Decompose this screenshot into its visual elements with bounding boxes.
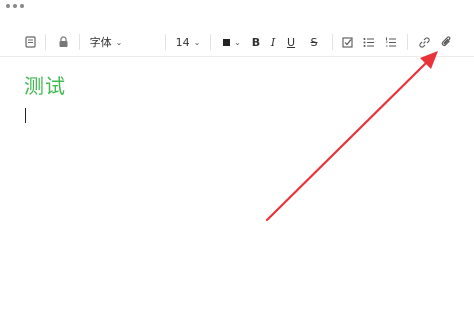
dot bbox=[13, 4, 17, 8]
toolbar-divider bbox=[407, 34, 408, 50]
book-icon[interactable] bbox=[22, 28, 38, 56]
toolbar-divider bbox=[332, 34, 333, 50]
font-size-dropdown[interactable]: 14 ⌄ bbox=[174, 28, 202, 56]
toolbar-divider bbox=[79, 34, 80, 50]
dot bbox=[6, 4, 10, 8]
toolbar-divider bbox=[165, 34, 166, 50]
bullet-list-icon bbox=[363, 37, 374, 47]
checkbox-button[interactable] bbox=[340, 28, 354, 56]
strike-label: S bbox=[310, 35, 318, 49]
numbered-list-button[interactable] bbox=[383, 28, 397, 56]
checkbox-icon bbox=[341, 36, 353, 48]
text-caret bbox=[25, 108, 26, 123]
underline-button[interactable]: U bbox=[284, 28, 298, 56]
text-color-dropdown[interactable]: ⌄ bbox=[221, 28, 243, 56]
text-color-icon bbox=[223, 38, 231, 46]
chevron-down-icon: ⌄ bbox=[234, 37, 241, 47]
link-button[interactable] bbox=[417, 28, 431, 56]
link-icon bbox=[418, 36, 430, 48]
chevron-down-icon: ⌄ bbox=[193, 37, 201, 47]
bold-button[interactable]: B bbox=[249, 28, 263, 56]
editor-text: 测试 bbox=[24, 74, 66, 98]
editor-area[interactable]: 测试 bbox=[0, 57, 474, 315]
font-size-label: 14 bbox=[175, 35, 190, 49]
formatting-toolbar: 字体 ⌄ 14 ⌄ ⌄ B I U S bbox=[0, 28, 474, 57]
bold-label: B bbox=[251, 35, 261, 49]
chevron-down-icon: ⌄ bbox=[115, 37, 123, 47]
toolbar-divider bbox=[210, 34, 211, 50]
dot bbox=[20, 4, 24, 8]
lock-icon[interactable] bbox=[55, 28, 71, 56]
toolbar-divider bbox=[45, 34, 46, 50]
attachment-button[interactable] bbox=[439, 28, 453, 56]
font-family-dropdown[interactable]: 字体 ⌄ bbox=[88, 28, 124, 56]
attachment-icon bbox=[441, 36, 450, 46]
strikethrough-button[interactable]: S bbox=[307, 28, 321, 56]
font-family-label: 字体 bbox=[89, 36, 112, 49]
window-menu-dots-icon[interactable] bbox=[6, 4, 24, 8]
underline-label: U bbox=[286, 35, 296, 49]
italic-label: I bbox=[270, 35, 276, 49]
bullet-list-button[interactable] bbox=[361, 28, 375, 56]
italic-button[interactable]: I bbox=[266, 28, 280, 56]
numbered-list-icon bbox=[385, 37, 396, 46]
